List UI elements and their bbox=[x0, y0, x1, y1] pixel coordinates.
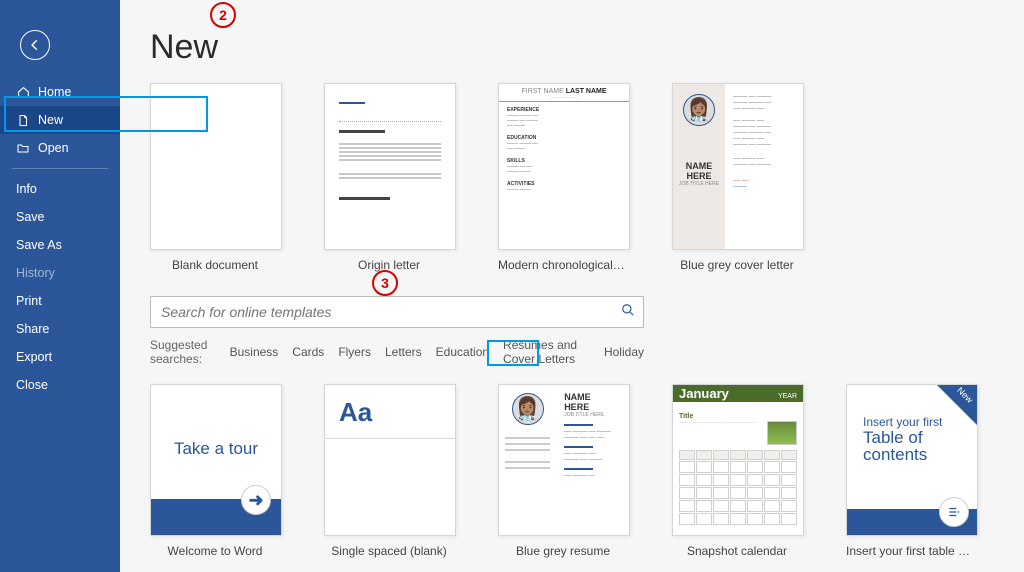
back-button[interactable] bbox=[20, 30, 50, 60]
template-label: Snapshot calendar bbox=[672, 544, 802, 558]
sidebar-item-label: Home bbox=[38, 85, 71, 99]
page-title: New bbox=[150, 28, 994, 67]
template-thumbnail: New Insert your first Table of contents bbox=[846, 384, 978, 536]
search-input[interactable] bbox=[151, 304, 613, 320]
suggested-link-business[interactable]: Business bbox=[230, 345, 279, 359]
sidebar-item-open[interactable]: Open bbox=[0, 134, 120, 162]
suggested-link-cards[interactable]: Cards bbox=[292, 345, 324, 359]
back-arrow-icon bbox=[28, 38, 42, 52]
sidebar-item-save[interactable]: Save bbox=[0, 203, 120, 231]
suggested-link-flyers[interactable]: Flyers bbox=[338, 345, 371, 359]
template-bluegrey-cover[interactable]: 👩🏽‍⚕️ NAME HERE JOB TITLE HERE ──── ── ─… bbox=[672, 83, 802, 272]
sidebar-divider bbox=[12, 168, 108, 169]
template-search-box[interactable] bbox=[150, 296, 644, 328]
photo-placeholder-icon bbox=[767, 421, 797, 445]
sidebar-item-share[interactable]: Share bbox=[0, 315, 120, 343]
template-thumbnail bbox=[150, 83, 282, 250]
sidebar-item-print[interactable]: Print bbox=[0, 287, 120, 315]
template-label: Blue grey cover letter bbox=[672, 258, 802, 272]
template-thumbnail bbox=[324, 83, 456, 250]
template-label: Single spaced (blank) bbox=[324, 544, 454, 558]
template-blank-document[interactable]: Blank document bbox=[150, 83, 280, 272]
arrow-right-icon bbox=[939, 497, 969, 527]
template-welcome-tour[interactable]: Take a tour ➜ Welcome to Word bbox=[150, 384, 280, 558]
calendar-grid bbox=[679, 450, 797, 525]
avatar-icon: 👩🏽‍⚕️ bbox=[512, 393, 544, 425]
avatar-icon: 👩🏽‍⚕️ bbox=[683, 94, 715, 126]
template-thumbnail: 👩🏽‍⚕️ NAME HERE JOB TITLE bbox=[498, 384, 630, 536]
template-table-of-contents[interactable]: New Insert your first Table of contents … bbox=[846, 384, 976, 558]
sidebar-item-info[interactable]: Info bbox=[0, 175, 120, 203]
suggested-link-education[interactable]: Education bbox=[436, 345, 489, 359]
sidebar-item-new[interactable]: New bbox=[0, 106, 120, 134]
new-page-content: New Blank document bbox=[120, 0, 1024, 572]
template-modern-resume[interactable]: FIRST NAME LAST NAME ──── ──── ──── EXPE… bbox=[498, 83, 628, 272]
suggested-link-resumes[interactable]: Resumes and Cover Letters bbox=[503, 338, 590, 366]
annotation-circle-3: 3 bbox=[372, 270, 398, 296]
annotation-circle-2: 2 bbox=[210, 2, 236, 28]
suggested-label: Suggested searches: bbox=[150, 338, 216, 366]
folder-open-icon bbox=[16, 142, 30, 154]
sidebar-item-label: Open bbox=[38, 141, 69, 155]
suggested-link-holiday[interactable]: Holiday bbox=[604, 345, 644, 359]
sidebar-item-label: New bbox=[38, 113, 63, 127]
backstage-sidebar: Home New Open Info Save Save As History … bbox=[0, 0, 120, 572]
template-thumbnail: 👩🏽‍⚕️ NAME HERE JOB TITLE HERE ──── ── ─… bbox=[672, 83, 804, 250]
template-bluegrey-resume[interactable]: 👩🏽‍⚕️ NAME HERE JOB TITLE bbox=[498, 384, 628, 558]
template-row-recent: Blank document bbox=[150, 83, 994, 272]
template-label: Insert your first table of co... bbox=[846, 544, 976, 558]
template-label: Blank document bbox=[150, 258, 280, 272]
template-label: Modern chronological resu... bbox=[498, 258, 628, 272]
template-label: Welcome to Word bbox=[150, 544, 280, 558]
template-thumbnail: FIRST NAME LAST NAME ──── ──── ──── EXPE… bbox=[498, 83, 630, 250]
template-single-spaced[interactable]: Aa Single spaced (blank) bbox=[324, 384, 454, 558]
suggested-link-letters[interactable]: Letters bbox=[385, 345, 422, 359]
new-ribbon-icon: New bbox=[937, 385, 977, 425]
template-thumbnail: January YEAR Title ──── ── ──── ── ── ──… bbox=[672, 384, 804, 536]
template-origin-letter[interactable]: Origin letter bbox=[324, 83, 454, 272]
sidebar-item-save-as[interactable]: Save As bbox=[0, 231, 120, 259]
search-icon[interactable] bbox=[613, 303, 643, 321]
template-thumbnail: Aa bbox=[324, 384, 456, 536]
sidebar-item-history[interactable]: History bbox=[0, 259, 120, 287]
template-snapshot-calendar[interactable]: January YEAR Title ──── ── ──── ── ── ──… bbox=[672, 384, 802, 558]
template-row-featured: Take a tour ➜ Welcome to Word Aa Single … bbox=[150, 384, 994, 558]
template-label: Blue grey resume bbox=[498, 544, 628, 558]
arrow-right-icon: ➜ bbox=[241, 485, 271, 515]
document-icon bbox=[16, 114, 30, 127]
sidebar-item-export[interactable]: Export bbox=[0, 343, 120, 371]
template-thumbnail: Take a tour ➜ bbox=[150, 384, 282, 536]
sidebar-item-home[interactable]: Home bbox=[0, 78, 120, 106]
home-icon bbox=[16, 86, 30, 99]
suggested-searches: Suggested searches: Business Cards Flyer… bbox=[150, 338, 644, 366]
sidebar-item-close[interactable]: Close bbox=[0, 371, 120, 399]
